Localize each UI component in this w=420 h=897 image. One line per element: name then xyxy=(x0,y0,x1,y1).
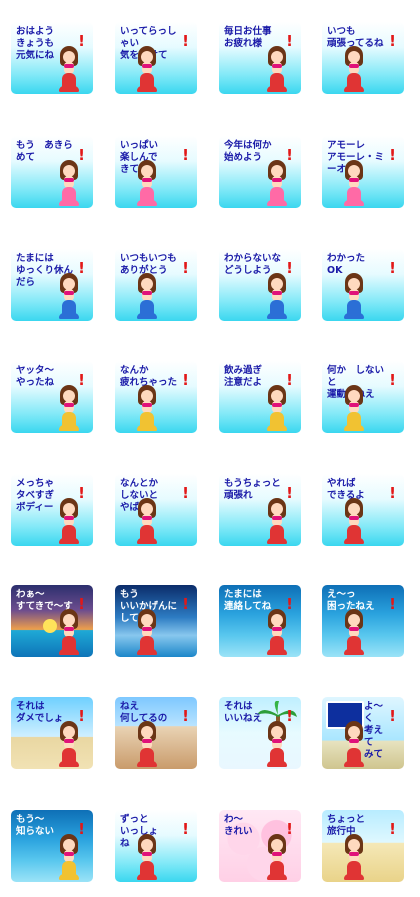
mermaid-figure xyxy=(55,721,83,767)
sticker-r4c4[interactable]: 何か しないと 運動 ねえ! xyxy=(322,361,404,433)
mermaid-figure xyxy=(340,498,368,544)
sticker-r1c3[interactable]: 毎日お仕事 お疲れ様! xyxy=(219,22,301,94)
sticker-r8c3[interactable]: わ〜 きれい! xyxy=(219,810,301,882)
mermaid-figure xyxy=(263,834,291,880)
exclamation-icon: ! xyxy=(182,707,189,725)
mermaid-figure xyxy=(55,273,83,319)
sticker-r8c4[interactable]: ちょっと 旅行中! xyxy=(322,810,404,882)
mermaid-figure xyxy=(55,385,83,431)
mermaid-figure xyxy=(133,834,161,880)
sticker-r1c4[interactable]: いつも 頑張ってるね! xyxy=(322,22,404,94)
exclamation-icon: ! xyxy=(389,595,396,613)
sticker-r3c2[interactable]: いつもいつも ありがとう! xyxy=(115,249,197,321)
exclamation-icon: ! xyxy=(389,820,396,838)
sticker-r4c1[interactable]: ヤッタ〜 やったね! xyxy=(11,361,93,433)
exclamation-icon: ! xyxy=(182,259,189,277)
mermaid-figure xyxy=(263,273,291,319)
mermaid-figure xyxy=(133,609,161,655)
mermaid-figure xyxy=(133,721,161,767)
mermaid-figure xyxy=(340,834,368,880)
sticker-r6c4[interactable]: え〜っ 困ったねえ! xyxy=(322,585,404,657)
sticker-r8c1[interactable]: もう〜 知らない! xyxy=(11,810,93,882)
mermaid-figure xyxy=(133,498,161,544)
sticker-r5c4[interactable]: やれば できるよ! xyxy=(322,474,404,546)
exclamation-icon: ! xyxy=(389,146,396,164)
sticker-grid: おはよう きょうも 元気にね! いってらっしゃい 気を付けて! 毎日お仕事 お疲れ様… xyxy=(0,0,420,897)
mermaid-figure xyxy=(340,721,368,767)
exclamation-icon: ! xyxy=(389,707,396,725)
mermaid-figure xyxy=(263,721,291,767)
sticker-r7c3[interactable]: それは いいねえ! xyxy=(219,697,301,769)
sticker-r3c1[interactable]: たまには ゆっくり休んだら! xyxy=(11,249,93,321)
mermaid-figure xyxy=(133,385,161,431)
mermaid-figure xyxy=(340,46,368,92)
mermaid-figure xyxy=(263,498,291,544)
sticker-r5c2[interactable]: なんとか しないと やばい! xyxy=(115,474,197,546)
mermaid-figure xyxy=(263,46,291,92)
mermaid-figure xyxy=(340,273,368,319)
sticker-r2c2[interactable]: いっぱい 楽しんで きてね! xyxy=(115,136,197,208)
sticker-r7c1[interactable]: それは ダメでしょ! xyxy=(11,697,93,769)
sticker-r3c3[interactable]: わからないな どうしよう! xyxy=(219,249,301,321)
exclamation-icon: ! xyxy=(389,259,396,277)
sticker-r8c2[interactable]: ずっと いっしょ ね! xyxy=(115,810,197,882)
exclamation-icon: ! xyxy=(389,371,396,389)
sticker-r5c1[interactable]: メっちゃ タベすぎ ボディー! xyxy=(11,474,93,546)
mermaid-figure xyxy=(263,609,291,655)
mermaid-figure xyxy=(55,160,83,206)
mermaid-figure xyxy=(340,609,368,655)
mermaid-figure xyxy=(55,609,83,655)
mermaid-figure xyxy=(133,273,161,319)
sticker-r2c4[interactable]: アモーレ アモーレ・ミーオ! xyxy=(322,136,404,208)
sticker-r7c2[interactable]: ねえ 何してるの! xyxy=(115,697,197,769)
exclamation-icon: ! xyxy=(182,146,189,164)
mermaid-figure xyxy=(133,46,161,92)
sticker-r1c2[interactable]: いってらっしゃい 気を付けて! xyxy=(115,22,197,94)
mermaid-figure xyxy=(55,46,83,92)
mermaid-figure xyxy=(263,160,291,206)
sticker-r6c1[interactable]: わぁ〜 すてきで〜す! xyxy=(11,585,93,657)
sticker-r2c3[interactable]: 今年は何か 始めよう! xyxy=(219,136,301,208)
exclamation-icon: ! xyxy=(182,484,189,502)
mermaid-figure xyxy=(340,385,368,431)
sticker-r3c4[interactable]: わかった OK! xyxy=(322,249,404,321)
mermaid-figure xyxy=(55,498,83,544)
exclamation-icon: ! xyxy=(389,484,396,502)
exclamation-icon: ! xyxy=(182,820,189,838)
mermaid-figure xyxy=(55,834,83,880)
mermaid-figure xyxy=(263,385,291,431)
sticker-r6c3[interactable]: たまには 連絡してね! xyxy=(219,585,301,657)
sticker-r4c3[interactable]: 飲み過ぎ 注意だよ! xyxy=(219,361,301,433)
sticker-r6c2[interactable]: もう いいかげんに して! xyxy=(115,585,197,657)
sticker-r4c2[interactable]: なんか 疲れちゃった! xyxy=(115,361,197,433)
mermaid-figure xyxy=(133,160,161,206)
mermaid-figure xyxy=(340,160,368,206)
exclamation-icon: ! xyxy=(182,371,189,389)
exclamation-icon: ! xyxy=(182,32,189,50)
sticker-r7c4[interactable]: よ〜く 考えて みて! xyxy=(322,697,404,769)
sticker-r1c1[interactable]: おはよう きょうも 元気にね! xyxy=(11,22,93,94)
sticker-r5c3[interactable]: もうちょっと 頑張れ! xyxy=(219,474,301,546)
sticker-r2c1[interactable]: もう あきらめて! xyxy=(11,136,93,208)
exclamation-icon: ! xyxy=(182,595,189,613)
exclamation-icon: ! xyxy=(389,32,396,50)
